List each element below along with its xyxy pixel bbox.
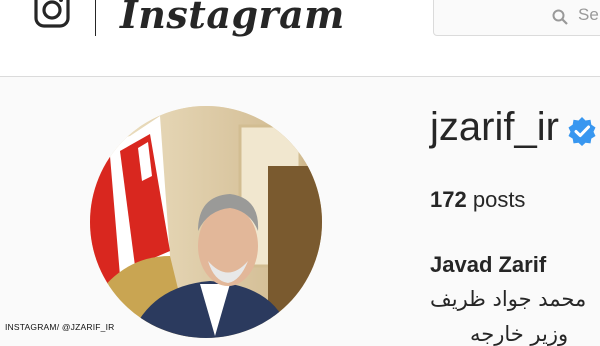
logo-divider xyxy=(95,0,96,36)
search-input[interactable]: Se xyxy=(578,5,599,25)
instagram-wordmark[interactable]: Instagram xyxy=(120,0,345,37)
verified-badge-icon xyxy=(568,117,596,146)
posts-count[interactable]: 172 posts xyxy=(430,187,525,213)
profile-username: jzarif_ir xyxy=(430,105,559,149)
photo-credit: INSTAGRAM/ @JZARIF_IR xyxy=(5,322,115,332)
profile-bio-line-2: وزير خارجه xyxy=(470,322,569,346)
avatar-photo xyxy=(90,106,322,338)
search-icon xyxy=(552,9,568,25)
top-navigation-bar: Instagram Se xyxy=(0,0,600,77)
posts-label: posts xyxy=(472,187,526,212)
profile-avatar[interactable] xyxy=(90,106,322,338)
search-box[interactable]: Se xyxy=(433,0,600,36)
instagram-camera-icon[interactable] xyxy=(33,0,71,32)
profile-full-name: Javad Zarif xyxy=(430,252,547,277)
profile-bio-line-1: محمد جواد ظريف xyxy=(430,287,587,311)
posts-number: 172 xyxy=(430,187,467,212)
